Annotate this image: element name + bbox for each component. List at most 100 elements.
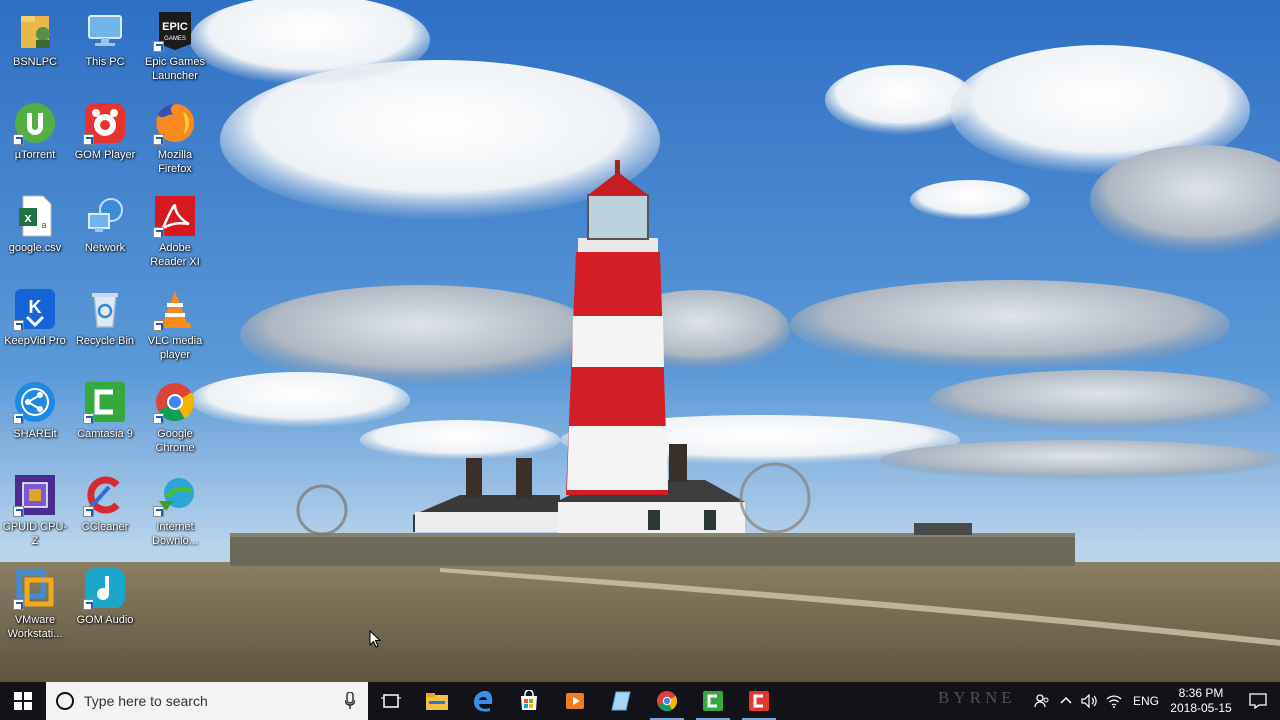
action-center-button[interactable]: [1236, 682, 1280, 720]
taskbar-chrome[interactable]: [644, 682, 690, 720]
edge-icon: [474, 691, 493, 712]
taskbar-edge[interactable]: [460, 682, 506, 720]
idm-icon: [153, 473, 197, 517]
desktop-icon-this-pc[interactable]: This PC: [70, 2, 140, 92]
speaker-icon: [1081, 693, 1097, 709]
system-tray: ENG 8:36 PM 2018-05-15: [1030, 682, 1280, 720]
chrome-icon: [153, 380, 197, 424]
shortcut-arrow-icon: [13, 320, 24, 331]
windows-logo-icon: [14, 692, 32, 710]
desktop-icon-epic-games[interactable]: EPIC GAMES Epic Games Launcher: [140, 2, 210, 92]
shortcut-arrow-icon: [153, 413, 164, 424]
people-icon: [1034, 694, 1049, 708]
taskbar-search-box[interactable]: Type here to search: [46, 682, 368, 720]
shortcut-arrow-icon: [13, 506, 24, 517]
taskbar-notes[interactable]: [598, 682, 644, 720]
task-view-icon: [381, 694, 401, 708]
ccleaner-icon: [83, 473, 127, 517]
camtasia-icon: [703, 691, 723, 711]
wifi-icon: [1106, 695, 1122, 708]
taskbar-camtasia[interactable]: [690, 682, 736, 720]
shortcut-arrow-icon: [13, 413, 24, 424]
cortana-circle-icon: [56, 692, 74, 710]
desktop-icon-keepvid[interactable]: K KeepVid Pro: [0, 281, 70, 371]
media-player-icon: [566, 693, 584, 709]
start-button[interactable]: [0, 682, 46, 720]
shortcut-arrow-icon: [83, 506, 94, 517]
microphone-icon[interactable]: [344, 691, 356, 715]
shortcut-arrow-icon: [83, 599, 94, 610]
language-indicator: ENG: [1132, 694, 1159, 708]
network-icon: [83, 194, 127, 238]
desktop-icon-google-chrome[interactable]: Google Chrome: [140, 374, 210, 464]
desktop-icon-gom-player[interactable]: GOM Player: [70, 95, 140, 185]
shortcut-arrow-icon: [153, 227, 164, 238]
gom-audio-icon: [83, 566, 127, 610]
taskbar-camtasia-recorder[interactable]: [736, 682, 782, 720]
tray-language-button[interactable]: ENG: [1126, 682, 1166, 720]
watermark-text: BYRNE: [938, 688, 1016, 707]
search-placeholder: Type here to search: [84, 693, 208, 709]
clock-date: 2018-05-15: [1170, 701, 1232, 715]
desktop-icon-utorrent[interactable]: µTorrent: [0, 95, 70, 185]
desktop-icon-camtasia[interactable]: Camtasia 9: [70, 374, 140, 464]
cpuz-icon: [13, 473, 57, 517]
svg-text:x: x: [24, 210, 32, 225]
epic-games-icon: EPIC GAMES: [153, 8, 197, 52]
shortcut-arrow-icon: [153, 320, 164, 331]
desktop-icon-vmware[interactable]: VMware Workstati...: [0, 560, 70, 650]
camtasia-recorder-icon: [749, 691, 769, 711]
taskbar-clock[interactable]: 8:36 PM 2018-05-15: [1166, 686, 1236, 716]
shortcut-arrow-icon: [153, 41, 164, 52]
shortcut-arrow-icon: [153, 506, 164, 517]
svg-text:K: K: [29, 297, 42, 317]
vmware-icon: [13, 566, 57, 610]
shortcut-arrow-icon: [153, 134, 164, 145]
svg-text:GAMES: GAMES: [164, 36, 186, 42]
notification-icon: [1249, 693, 1267, 709]
desktop-icon-vlc[interactable]: VLC media player: [140, 281, 210, 371]
vlc-icon: [153, 287, 197, 331]
camtasia-icon: [83, 380, 127, 424]
shortcut-arrow-icon: [83, 134, 94, 145]
tray-network-button[interactable]: [1102, 682, 1126, 720]
clock-time: 8:36 PM: [1178, 686, 1224, 700]
utorrent-icon: [13, 101, 57, 145]
desktop-icon-internet-download-manager[interactable]: Internet Downlo...: [140, 467, 210, 557]
desktop-icon-adobe-reader[interactable]: Adobe Reader XI: [140, 188, 210, 278]
adobe-reader-icon: [153, 194, 197, 238]
desktop-icon-cpuz[interactable]: CPUID CPU-Z: [0, 467, 70, 557]
notes-icon: [611, 691, 631, 711]
desktop-icon-shareit[interactable]: SHAREit: [0, 374, 70, 464]
shareit-icon: [13, 380, 57, 424]
desktop-icon-bsnlpc[interactable]: BSNLPC: [0, 2, 70, 92]
firefox-icon: [153, 101, 197, 145]
gom-player-icon: [83, 101, 127, 145]
shortcut-arrow-icon: [13, 134, 24, 145]
desktop-icon-google-csv[interactable]: xa google.csv: [0, 188, 70, 278]
store-icon: [521, 690, 537, 710]
desktop-icon-recycle-bin[interactable]: Recycle Bin: [70, 281, 140, 371]
keepvid-icon: K: [13, 287, 57, 331]
shortcut-arrow-icon: [83, 413, 94, 424]
svg-text:EPIC: EPIC: [162, 21, 188, 33]
tray-volume-button[interactable]: [1078, 682, 1102, 720]
tray-people-button[interactable]: [1030, 682, 1054, 720]
computer-icon: [83, 8, 127, 52]
svg-text:a: a: [41, 220, 46, 230]
chevron-up-icon: [1060, 696, 1072, 704]
taskbar-file-explorer[interactable]: [414, 682, 460, 720]
taskbar-media-player[interactable]: [552, 682, 598, 720]
desktop-icon-ccleaner[interactable]: CCleaner: [70, 467, 140, 557]
tray-overflow-button[interactable]: [1054, 682, 1078, 720]
excel-file-icon: xa: [13, 194, 57, 238]
mouse-cursor-icon: [369, 629, 382, 648]
shortcut-arrow-icon: [13, 599, 24, 610]
taskbar: Type here to search BYRNE ENG 8:36 PM 20…: [0, 682, 1280, 720]
desktop-icon-network[interactable]: Network: [70, 188, 140, 278]
taskbar-store[interactable]: [506, 682, 552, 720]
task-view-button[interactable]: [368, 682, 414, 720]
desktop-icon-gom-audio[interactable]: GOM Audio: [70, 560, 140, 650]
desktop-icon-firefox[interactable]: Mozilla Firefox: [140, 95, 210, 185]
recycle-bin-icon: [83, 287, 127, 331]
